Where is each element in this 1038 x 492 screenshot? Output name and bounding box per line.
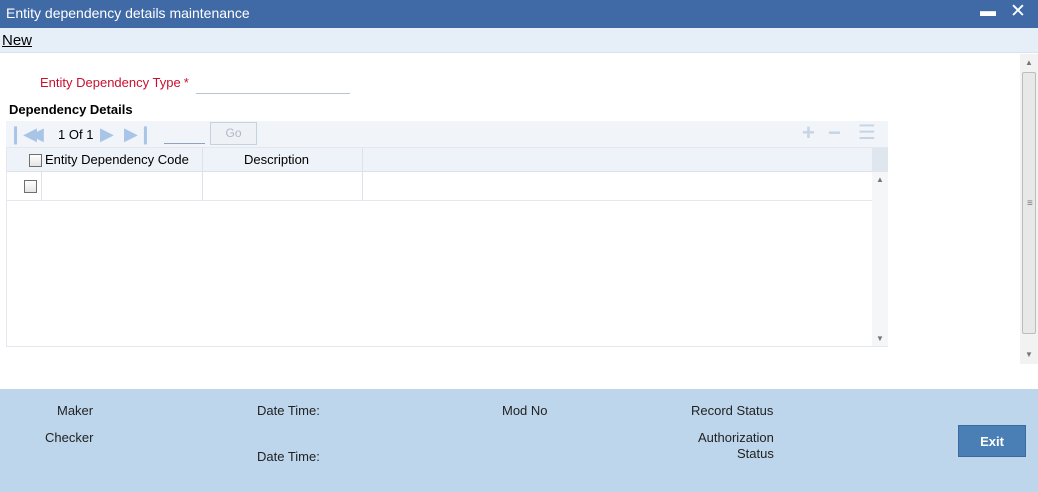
authorization-status-label: Status <box>737 446 774 461</box>
last-page-icon[interactable]: ▶❙ <box>124 124 153 144</box>
page-number-input[interactable] <box>164 124 205 144</box>
audit-footer: Maker Checker Date Time: Date Time: Mod … <box>0 389 1038 492</box>
page-scroll-down-icon[interactable]: ▼ <box>1025 350 1033 359</box>
column-header-description: Description <box>244 152 310 167</box>
mod-no-label: Mod No <box>502 403 548 418</box>
entity-dependency-type-text: Entity Dependency Type <box>40 75 181 90</box>
column-separator <box>362 148 363 200</box>
maker-date-time-label: Date Time: <box>257 403 320 418</box>
authorization-label: Authorization <box>698 430 774 445</box>
next-page-icon[interactable]: ▶ <box>100 124 114 144</box>
column-separator <box>202 148 203 200</box>
delete-row-icon[interactable]: − <box>828 121 841 145</box>
dependency-details-title: Dependency Details <box>9 102 133 117</box>
row-checkbox[interactable] <box>24 180 37 193</box>
entity-dependency-type-label: Entity Dependency Type * <box>40 75 189 90</box>
grid-header: Entity Dependency Code Description <box>7 148 872 172</box>
grid-pager: ❙◀ ◀ 1 Of 1 ▶ ▶❙ Go + − ☰ <box>6 121 888 147</box>
main-content: Entity Dependency Type * Dependency Detai… <box>0 0 1020 347</box>
page-current: 1 <box>58 127 66 142</box>
checker-label: Checker <box>45 430 94 445</box>
scroll-grip-icon: ≡ <box>1027 198 1033 209</box>
grid-scroll-down-icon[interactable]: ▼ <box>876 334 884 343</box>
grid-scroll-up-icon[interactable]: ▲ <box>876 175 884 184</box>
single-view-icon[interactable]: ☰ <box>858 121 876 145</box>
select-all-checkbox[interactable] <box>29 154 42 167</box>
column-header-code: Entity Dependency Code <box>45 152 189 167</box>
previous-page-icon[interactable]: ◀ <box>30 124 44 144</box>
page-total: 1 <box>86 127 94 142</box>
page-scroll-thumb[interactable]: ≡ <box>1022 72 1036 334</box>
grid-scroll-header-gutter <box>872 148 888 172</box>
dependency-details-grid: Entity Dependency Code Description ▲ ▼ <box>6 147 888 347</box>
grid-scrollbar[interactable]: ▲ ▼ <box>872 148 888 346</box>
page-scrollbar[interactable]: ▲ ≡ ▼ <box>1020 54 1038 364</box>
maker-label: Maker <box>57 403 94 418</box>
page-indicator: 1 Of 1 <box>58 127 93 142</box>
add-row-icon[interactable]: + <box>802 121 815 145</box>
exit-button[interactable]: Exit <box>958 425 1026 457</box>
go-button[interactable]: Go <box>210 122 257 145</box>
entity-dependency-type-input[interactable] <box>196 74 350 94</box>
row-divider <box>7 200 872 201</box>
required-mark: * <box>183 75 189 90</box>
page-scroll-up-icon[interactable]: ▲ <box>1025 58 1033 67</box>
checker-date-time-label: Date Time: <box>257 449 320 464</box>
record-status-label: Record Status <box>691 403 774 418</box>
page-of-label: Of <box>68 127 83 142</box>
column-separator <box>41 172 42 200</box>
